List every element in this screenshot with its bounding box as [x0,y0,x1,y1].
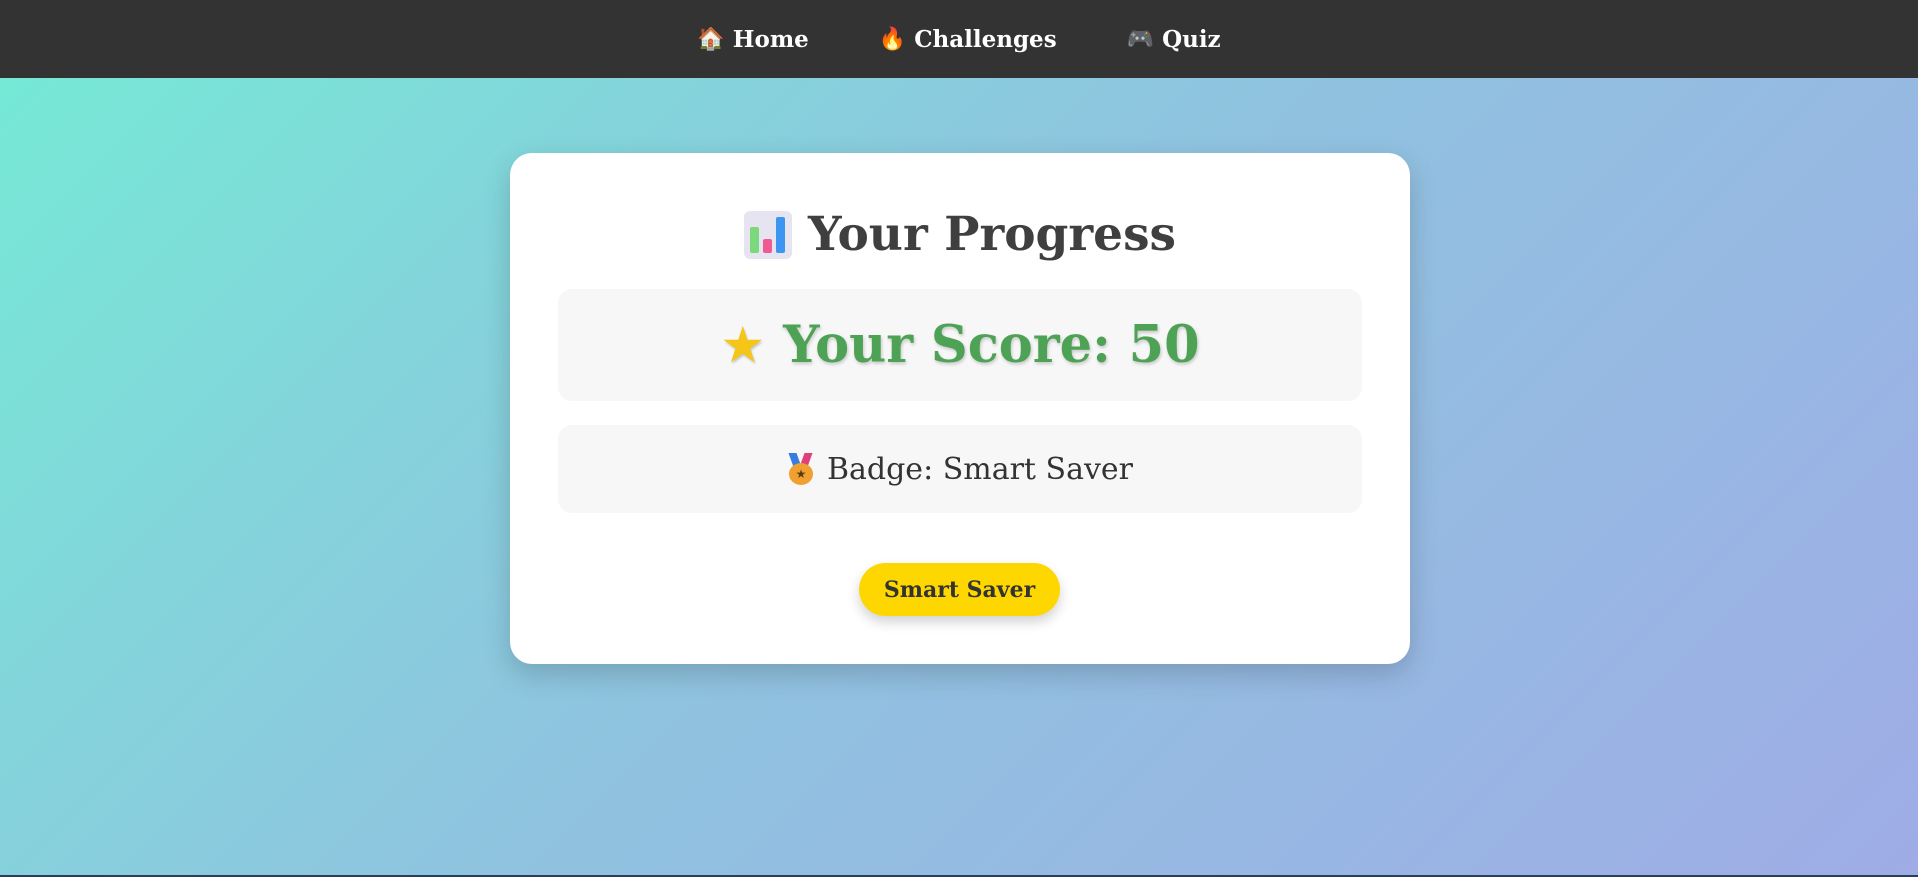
nav-link-quiz[interactable]: 🎮 Quiz [1127,26,1221,53]
bar-chart-icon [743,210,792,259]
star-icon: ★ [720,316,766,374]
page-title-row: Your Progress [510,207,1410,262]
fire-icon: 🔥 [878,26,907,52]
badge-text: Badge: Smart Saver [826,451,1134,487]
smart-saver-badge-button[interactable]: Smart Saver [859,563,1060,616]
score-text: Your Score: 50 [783,315,1200,375]
game-controller-icon: 🎮 [1126,26,1155,52]
progress-card: Your Progress ★ Your Score: 50 ★ Badge: … [510,153,1410,664]
badge-panel: ★ Badge: Smart Saver [558,425,1362,513]
score-panel: ★ Your Score: 50 [558,289,1362,401]
top-navbar: 🏠 Home 🔥 Challenges 🎮 Quiz [0,0,1918,78]
nav-link-quiz-label: Quiz [1162,25,1221,53]
nav-link-challenges-label: Challenges [914,25,1057,53]
nav-link-home[interactable]: 🏠 Home [697,26,808,53]
house-icon: 🏠 [697,26,725,52]
medal-icon: ★ [787,453,815,485]
nav-link-home-label: Home [732,25,809,53]
nav-link-challenges[interactable]: 🔥 Challenges [879,26,1057,53]
page-title: Your Progress [807,207,1176,262]
